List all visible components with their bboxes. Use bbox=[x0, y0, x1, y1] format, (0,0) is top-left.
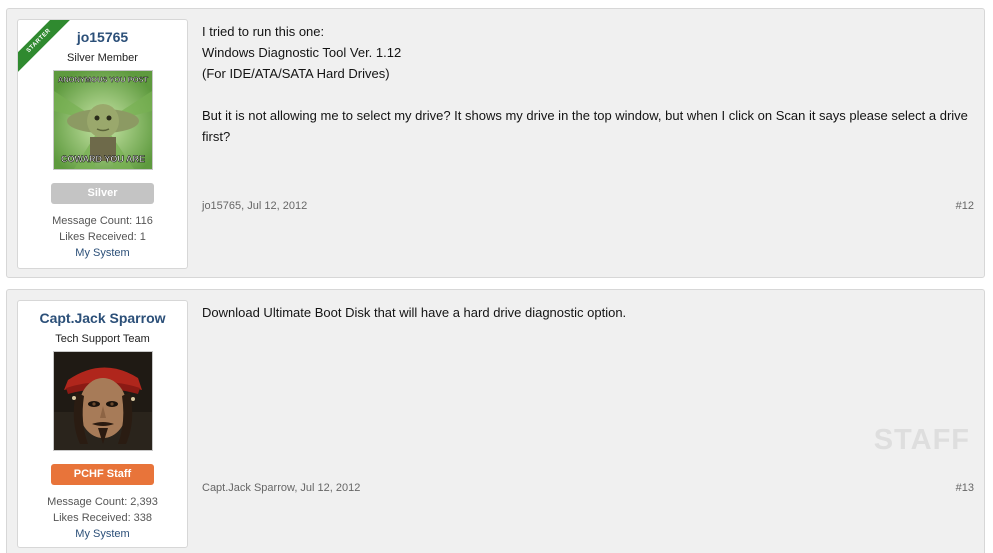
staff-watermark: STAFF bbox=[873, 424, 970, 456]
likes-received: Likes Received: 1 bbox=[59, 231, 146, 243]
message-count: Message Count: 116 bbox=[52, 215, 153, 227]
post-message: Download Ultimate Boot Disk that will ha… bbox=[202, 302, 974, 323]
avatar[interactable] bbox=[52, 351, 153, 451]
starter-ribbon-label: STARTER bbox=[18, 20, 75, 77]
message-line: I tried to run this one: bbox=[202, 24, 325, 39]
avatar[interactable]: ANONYMOUS YOU POST COWARD YOU ARE bbox=[52, 70, 153, 170]
silver-banner: Silver bbox=[51, 183, 154, 204]
yoda-meme-avatar-image: ANONYMOUS YOU POST COWARD YOU ARE bbox=[53, 71, 152, 169]
post-message: I tried to run this one: Windows Diagnos… bbox=[202, 21, 974, 147]
user-title: Tech Support Team bbox=[55, 333, 150, 345]
post-author-date-link[interactable]: Capt.Jack Sparrow, Jul 12, 2012 bbox=[202, 482, 360, 494]
user-info-block: STARTER jo15765 Silver Member ANONYMOUS … bbox=[17, 19, 188, 269]
message-line: (For IDE/ATA/SATA Hard Drives) bbox=[202, 66, 390, 81]
post-number-link[interactable]: #13 bbox=[956, 482, 974, 494]
user-stats: Message Count: 116 Likes Received: 1 My … bbox=[18, 213, 187, 261]
post-number-link[interactable]: #12 bbox=[956, 200, 974, 212]
user-stats: Message Count: 2,393 Likes Received: 338… bbox=[18, 494, 187, 542]
staff-banner: PCHF Staff bbox=[51, 464, 154, 485]
post-12: STARTER jo15765 Silver Member ANONYMOUS … bbox=[6, 8, 985, 278]
my-system-link[interactable]: My System bbox=[18, 526, 187, 542]
starter-ribbon: STARTER bbox=[18, 20, 78, 80]
message-line: Download Ultimate Boot Disk that will ha… bbox=[202, 305, 627, 320]
username[interactable]: Capt.Jack Sparrow bbox=[18, 310, 187, 326]
message-line: But it is not allowing me to select my d… bbox=[202, 108, 968, 144]
jack-sparrow-avatar-image bbox=[53, 352, 152, 450]
message-count: Message Count: 2,393 bbox=[47, 496, 158, 508]
likes-received: Likes Received: 338 bbox=[52, 512, 153, 524]
my-system-link[interactable]: My System bbox=[18, 245, 187, 261]
message-line: Windows Diagnostic Tool Ver. 1.12 bbox=[202, 45, 402, 60]
avatar-bottom-text: COWARD YOU ARE bbox=[60, 154, 144, 164]
post-author-date-link[interactable]: jo15765, Jul 12, 2012 bbox=[202, 200, 307, 212]
user-info-block: Capt.Jack Sparrow Tech Support Team PCHF… bbox=[17, 300, 188, 548]
post-13: Capt.Jack Sparrow Tech Support Team PCHF… bbox=[6, 289, 985, 553]
